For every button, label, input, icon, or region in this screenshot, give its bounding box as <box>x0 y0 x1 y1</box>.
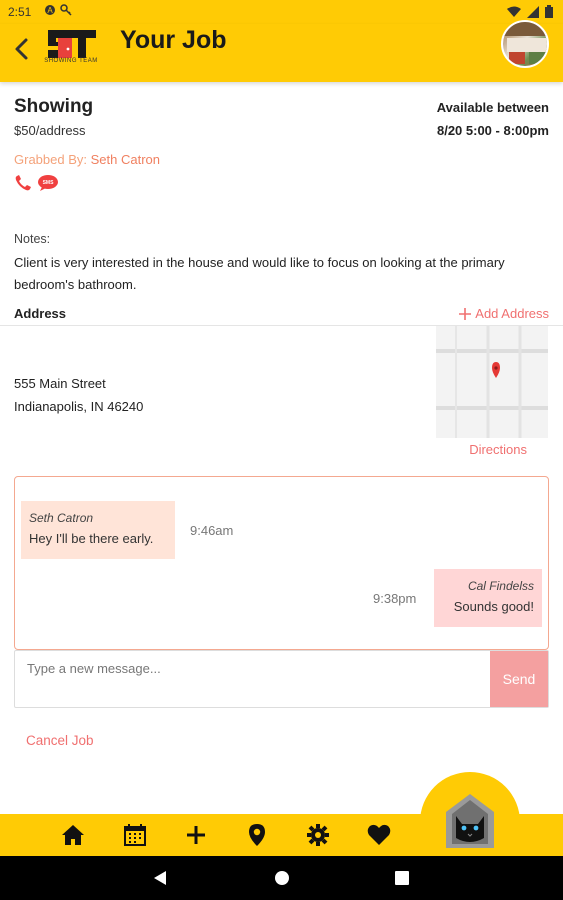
plus-icon <box>459 307 472 320</box>
contact-icons: SMS <box>14 174 59 192</box>
system-nav-bar <box>0 856 563 900</box>
svg-text:A: A <box>47 6 53 15</box>
cell-signal-icon <box>527 5 539 18</box>
system-recents-icon[interactable] <box>394 870 410 886</box>
address-line-1: 555 Main Street <box>14 376 106 391</box>
phone-icon[interactable] <box>14 174 34 192</box>
app-bar: SHOWING TEAM Your Job <box>0 20 563 82</box>
available-label: Available between <box>436 100 549 115</box>
system-status-icons <box>507 5 553 18</box>
chat-message-incoming: Seth Catron Hey I'll be there early. <box>21 501 175 559</box>
calendar-icon[interactable] <box>122 822 148 848</box>
home-icon[interactable] <box>60 822 86 848</box>
notes-text: Client is very interested in the house a… <box>14 255 505 292</box>
battery-icon <box>545 5 553 18</box>
message-compose: Send <box>14 650 549 708</box>
key-notification-icon <box>60 4 72 16</box>
wifi-icon <box>507 6 521 17</box>
back-arrow-icon[interactable] <box>10 34 34 64</box>
message-sender: Cal Findelss <box>467 579 534 593</box>
job-type: Showing <box>14 96 94 117</box>
address-label: Address <box>14 306 67 321</box>
message-time: 9:38pm <box>373 591 417 606</box>
address-line-2: Indianapolis, IN 46240 <box>14 399 144 414</box>
grabbed-name: Seth Catron <box>90 152 160 167</box>
grabbed-by: Grabbed By: Seth Catron <box>14 152 160 167</box>
logo-subtitle: SHOWING TEAM <box>44 58 98 64</box>
avatar[interactable] <box>501 20 549 68</box>
map-thumbnail[interactable] <box>436 326 548 438</box>
avatar-photo <box>503 22 547 64</box>
system-back-icon[interactable] <box>152 870 168 886</box>
plus-icon[interactable] <box>183 822 209 848</box>
notes-label: Notes: <box>14 232 51 246</box>
available-value: 8/20 5:00 - 8:00pm <box>436 123 549 138</box>
add-address-label: Add Address <box>475 306 549 321</box>
chat-panel[interactable]: Seth Catron Hey I'll be there early. 9:4… <box>14 476 549 650</box>
sms-icon[interactable]: SMS <box>37 174 59 192</box>
notification-icons: A <box>44 4 72 16</box>
job-price: $50/address <box>14 123 86 138</box>
send-button[interactable]: Send <box>490 651 548 707</box>
message-input[interactable] <box>15 651 491 707</box>
showing-team-logo <box>48 30 96 58</box>
svg-text:SMS: SMS <box>43 180 55 186</box>
message-time: 9:46am <box>190 523 234 538</box>
chat-message-outgoing: Cal Findelss Sounds good! <box>434 569 542 627</box>
gear-icon[interactable] <box>305 822 331 848</box>
message-text: Sounds good! <box>453 599 534 614</box>
message-sender: Seth Catron <box>29 511 94 525</box>
system-home-icon[interactable] <box>274 870 290 886</box>
cancel-job-button[interactable]: Cancel Job <box>26 733 94 748</box>
grabbed-prefix: Grabbed By: <box>14 152 91 167</box>
android-notification-icon: A <box>45 5 55 15</box>
status-time: 2:51 <box>8 5 32 19</box>
map-graphic <box>436 326 548 438</box>
page-title: Your Job <box>120 26 227 54</box>
message-text: Hey I'll be there early. <box>29 531 154 546</box>
add-address-button[interactable]: Add Address <box>459 306 549 321</box>
cat-house-icon[interactable] <box>444 792 496 850</box>
heart-icon[interactable] <box>366 822 392 848</box>
location-pin-icon[interactable] <box>244 822 270 848</box>
directions-link[interactable]: Directions <box>469 442 527 457</box>
